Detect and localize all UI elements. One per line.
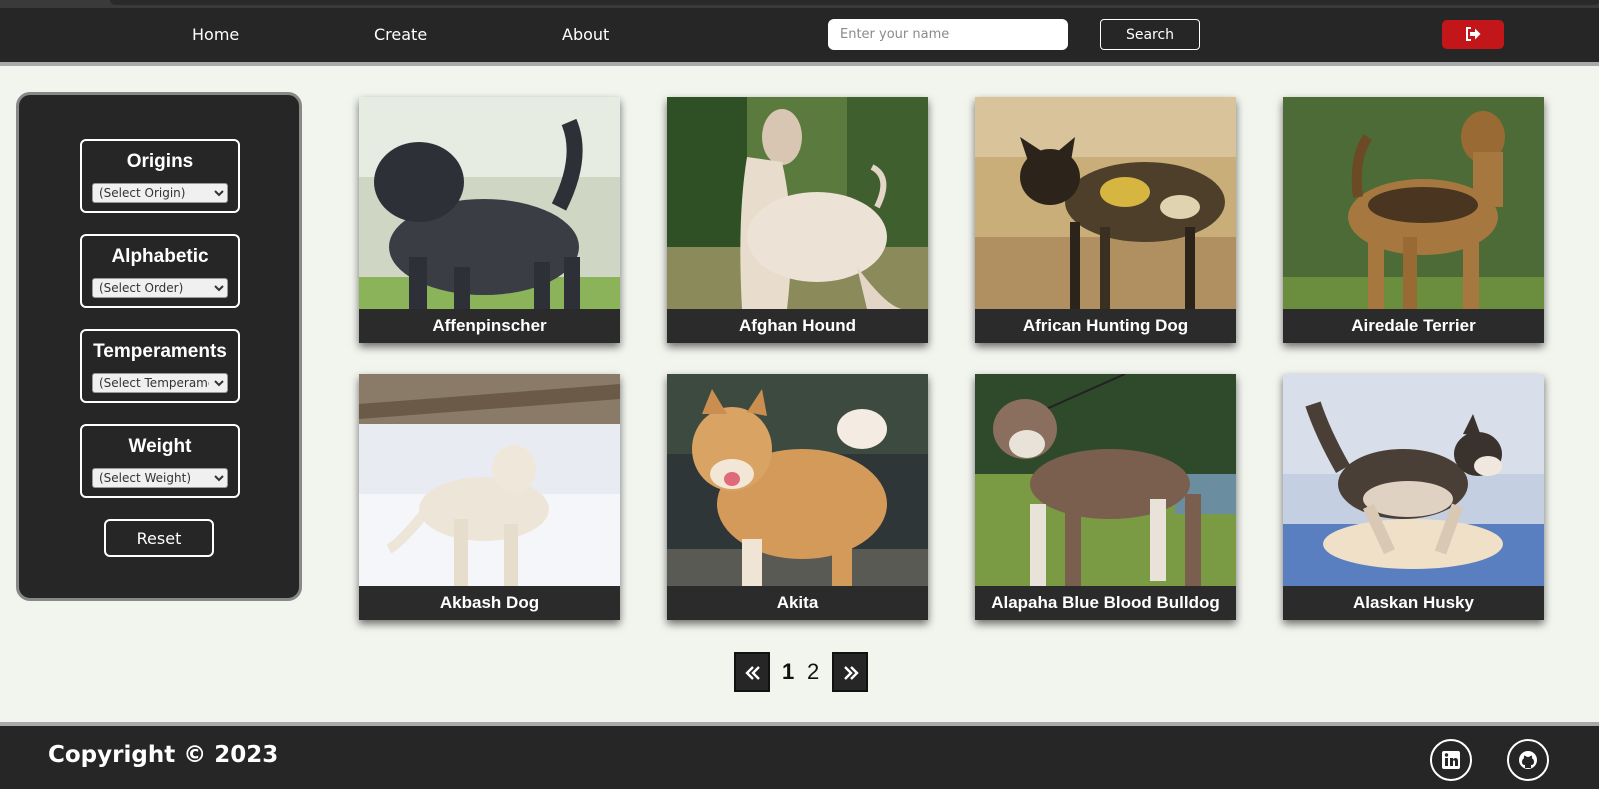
dog-photo <box>1283 374 1544 586</box>
github-link[interactable] <box>1507 739 1549 781</box>
alphabetic-filter: Alphabetic (Select Order) <box>80 234 240 308</box>
dog-name: African Hunting Dog <box>1022 316 1189 335</box>
nav-home-link[interactable]: Home <box>192 25 239 44</box>
dog-photo <box>1283 97 1544 309</box>
dog-card-alaskan-husky[interactable]: Alaskan Husky <box>1283 374 1544 620</box>
alphabetic-select[interactable]: (Select Order) <box>92 278 228 298</box>
dog-photo <box>667 97 928 309</box>
linkedin-link[interactable] <box>1430 739 1472 781</box>
dog-photo <box>359 374 620 586</box>
page-number[interactable]: 2 <box>807 659 819 685</box>
origins-filter: Origins (Select Origin) <box>80 139 240 213</box>
nav-about-link[interactable]: About <box>562 25 609 44</box>
double-chevron-right-icon <box>844 666 859 680</box>
dog-photo <box>975 374 1236 586</box>
double-chevron-left-icon <box>745 666 760 680</box>
logout-button[interactable] <box>1442 20 1504 49</box>
dog-photo <box>359 97 620 309</box>
linkedin-icon <box>1442 751 1460 769</box>
search-input[interactable] <box>828 19 1068 50</box>
reset-button[interactable]: Reset <box>104 519 214 557</box>
copyright-text: Copyright © 2023 <box>48 742 279 768</box>
dog-name: Afghan Hound <box>738 316 857 335</box>
dog-photo <box>667 374 928 586</box>
dog-name: Alapaha Blue Blood Bulldog <box>991 593 1220 612</box>
origins-select[interactable]: (Select Origin) <box>92 183 228 203</box>
browser-top-strip <box>0 0 1599 8</box>
dog-photo <box>975 97 1236 309</box>
temperaments-filter: Temperaments (Select Temperaments) <box>80 329 240 403</box>
temperaments-select[interactable]: (Select Temperaments) <box>92 373 228 393</box>
dog-card-afghan-hound[interactable]: Afghan Hound <box>667 97 928 343</box>
dog-name: Alaskan Husky <box>1353 593 1474 612</box>
dog-name: Airedale Terrier <box>1351 316 1476 335</box>
page-number-current[interactable]: 1 <box>782 659 794 685</box>
dog-name: Akbash Dog <box>439 593 540 612</box>
alphabetic-filter-title: Alphabetic <box>111 246 209 267</box>
dog-card-african-hunting-dog[interactable]: African Hunting Dog <box>975 97 1236 343</box>
search-button[interactable]: Search <box>1100 19 1200 50</box>
weight-filter: Weight (Select Weight) <box>80 424 240 498</box>
dog-card-akita[interactable]: Akita <box>667 374 928 620</box>
nav-create-link[interactable]: Create <box>374 25 427 44</box>
dog-card-akbash-dog[interactable]: Akbash Dog <box>359 374 620 620</box>
dog-name: Affenpinscher <box>432 316 547 335</box>
weight-select[interactable]: (Select Weight) <box>92 468 228 488</box>
dog-card-alapaha-blue-blood-bulldog[interactable]: Alapaha Blue Blood Bulldog <box>975 374 1236 620</box>
sign-out-icon <box>1466 27 1481 41</box>
github-icon <box>1519 751 1537 769</box>
pagination: 1 2 <box>734 652 870 692</box>
origins-filter-title: Origins <box>126 151 194 172</box>
weight-filter-title: Weight <box>128 436 192 457</box>
next-page-button[interactable] <box>832 652 868 692</box>
temperaments-filter-title: Temperaments <box>93 341 227 362</box>
filter-sidebar: Origins (Select Origin) Alphabetic (Sele… <box>16 92 302 601</box>
dog-card-airedale-terrier[interactable]: Airedale Terrier <box>1283 97 1544 343</box>
footer: Copyright © 2023 <box>0 722 1599 789</box>
dog-name: Akita <box>776 593 819 612</box>
dog-card-affenpinscher[interactable]: Affenpinscher <box>359 97 620 343</box>
prev-page-button[interactable] <box>734 652 770 692</box>
navbar: Home Create About Search <box>0 8 1599 66</box>
